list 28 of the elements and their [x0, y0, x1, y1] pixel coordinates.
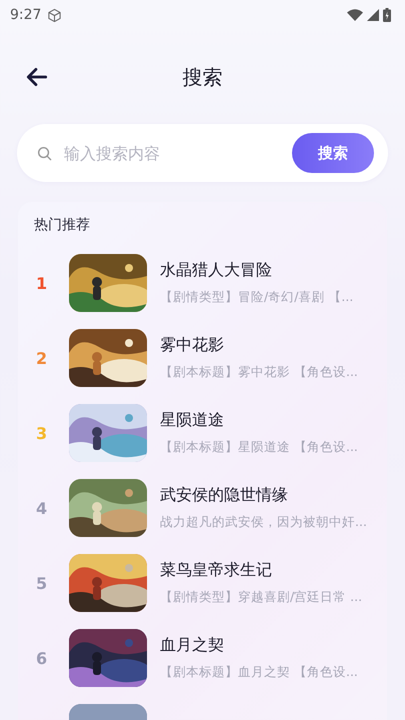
rank-number: 2: [35, 348, 48, 368]
item-title[interactable]: 菜鸟皇帝求生记: [160, 560, 362, 581]
search-button[interactable]: 搜索: [292, 133, 374, 173]
search-field[interactable]: 输入搜索内容: [62, 142, 282, 164]
item-description: 【剧情类型】冒险/奇幻/喜剧 【...: [160, 289, 354, 306]
item-description: 战力超凡的武安侯，因为被朝中奸...: [160, 514, 367, 531]
item-title[interactable]: 雾中花影: [160, 335, 358, 356]
signal-icon: [367, 9, 379, 21]
item-title[interactable]: 水晶猎人大冒险: [160, 260, 354, 281]
battery-icon: [383, 8, 391, 22]
search-icon: [37, 146, 52, 160]
rank-number: 1: [35, 274, 48, 292]
rank-number: 4: [35, 498, 48, 518]
cube-icon: [47, 8, 62, 22]
item-title[interactable]: 武安侯的隐世情缘: [160, 485, 367, 506]
item-description: 【剧情类型】穿越喜剧/宫廷日常 ...: [160, 589, 362, 606]
item-description: 【剧本标题】雾中花影 【角色设...: [160, 364, 358, 381]
section-title: 热门推荐: [34, 216, 91, 234]
rank-number: 5: [35, 574, 48, 592]
item-title[interactable]: 星陨道途: [160, 410, 358, 431]
status-time: 9:27: [10, 7, 42, 23]
rank-number: 6: [35, 648, 48, 668]
item-description: 【剧本标题】血月之契 【角色设...: [160, 664, 358, 681]
item-description: 【剧本标题】星陨道途 【角色设...: [160, 439, 358, 456]
rank-number: 3: [35, 424, 48, 442]
item-title[interactable]: 血月之契: [160, 635, 358, 656]
wifi-icon: [347, 9, 363, 21]
page-title: 搜索: [182, 64, 222, 90]
